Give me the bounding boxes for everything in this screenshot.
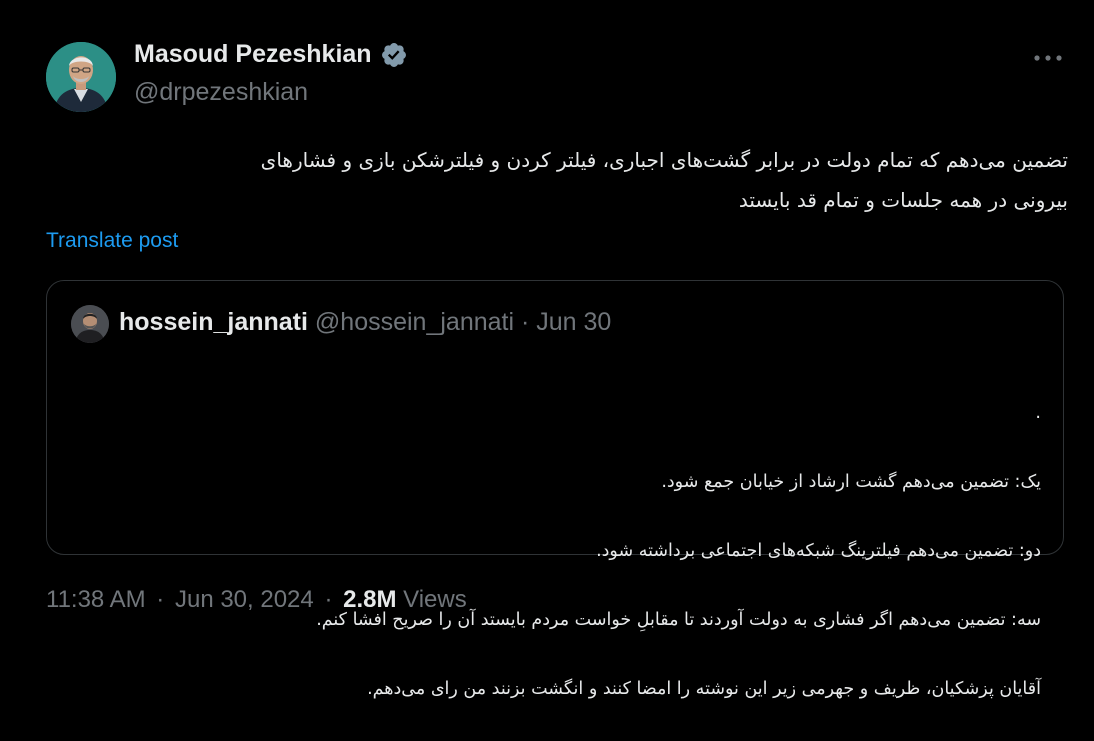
tweet-footer: 11:38 AM · Jun 30, 2024 · 2.8M Views: [46, 586, 467, 614]
translate-post-link[interactable]: Translate post: [46, 229, 178, 253]
quoted-author-avatar: [71, 305, 109, 343]
quoted-separator: ·: [520, 308, 530, 336]
quoted-tweet-header: hossein_jannati @hossein_jannati · Jun 3…: [119, 308, 611, 337]
footer-separator: ·: [156, 586, 165, 613]
more-horizontal-icon: [1034, 55, 1062, 61]
quoted-author-avatar-image: [71, 305, 109, 343]
quoted-line: دو: تضمین می‌دهم فیلترینگ شبکه‌های اجتما…: [596, 540, 1041, 561]
quoted-line: یک: تضمین می‌دهم گشت ارشاد از خیابان جمع…: [661, 471, 1041, 492]
views-count[interactable]: 2.8M: [343, 586, 396, 613]
tweet-date[interactable]: Jun 30, 2024: [175, 586, 314, 613]
author-display-name[interactable]: Masoud Pezeshkian: [134, 40, 372, 69]
verified-badge-icon[interactable]: [380, 41, 408, 69]
quoted-date: Jun 30: [536, 308, 612, 336]
quoted-tweet-text: . یک: تضمین می‌دهم گشت ارشاد از خیابان ج…: [81, 361, 1041, 741]
quoted-line: .: [1035, 402, 1041, 423]
author-avatar[interactable]: [46, 42, 116, 112]
author-avatar-image: [46, 42, 116, 112]
author-name-row: Masoud Pezeshkian: [134, 40, 408, 69]
tweet-text: تضمین می‌دهم که تمام دولت در برابر گشت‌ه…: [260, 148, 1068, 212]
more-options-button[interactable]: [1030, 46, 1066, 70]
tweet-time[interactable]: 11:38 AM: [46, 586, 146, 613]
quoted-author-name: hossein_jannati: [119, 308, 308, 336]
footer-separator: ·: [324, 586, 333, 613]
author-handle[interactable]: @drpezeshkian: [134, 78, 308, 107]
quoted-author-handle: @hossein_jannati: [314, 308, 515, 336]
quoted-line: آقایان پزشکیان، ظریف و جهرمی زیر این نوش…: [367, 678, 1041, 699]
views-label: Views: [403, 586, 467, 613]
quoted-tweet-card[interactable]: hossein_jannati @hossein_jannati · Jun 3…: [46, 280, 1064, 699]
